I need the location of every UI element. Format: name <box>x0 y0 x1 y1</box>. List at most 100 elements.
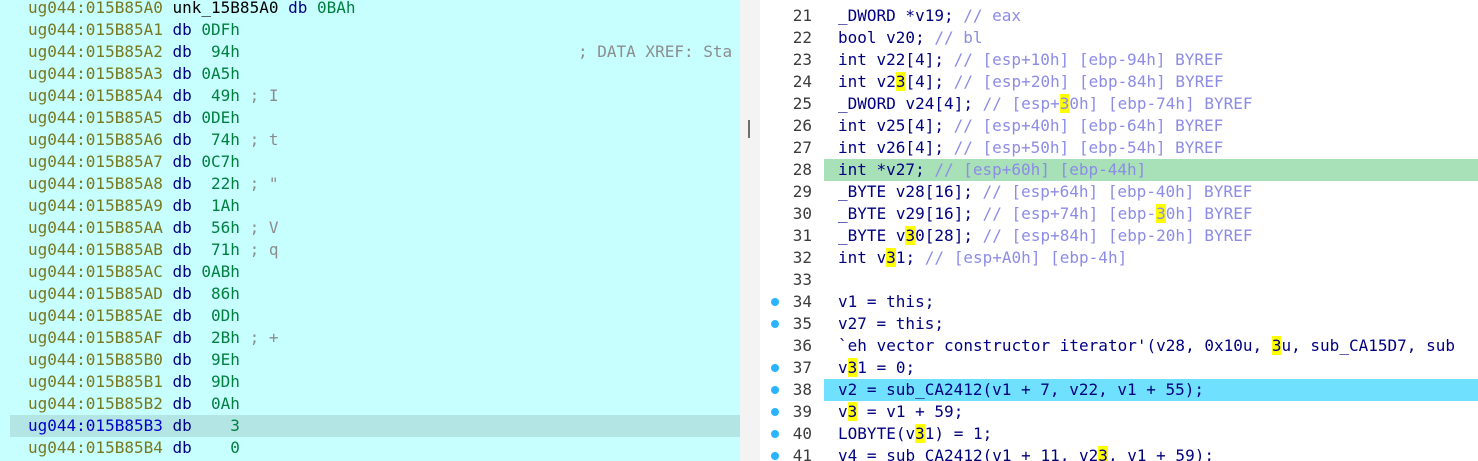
pseudocode-line[interactable]: 32 int v31; // [esp+A0h] [ebp-4h] <box>760 247 1478 269</box>
disassembly-view[interactable]: ug044:015B85A0 unk_15B85A0 db 0BAh ; DAT… <box>0 0 740 461</box>
line-gutter[interactable]: 21 <box>760 5 824 27</box>
disasm-row[interactable]: ug044:015B85AC db 0ABh <box>0 261 740 283</box>
pseudocode-line[interactable]: 26 int v25[4]; // [esp+40h] [ebp-64h] BYR… <box>760 115 1478 137</box>
code-text[interactable]: v31 = 0; <box>838 357 915 379</box>
code-text[interactable]: v1 = this; <box>838 291 934 313</box>
pseudocode-line[interactable]: 34 v1 = this; <box>760 291 1478 313</box>
breakpoint-dot-icon[interactable] <box>771 298 779 306</box>
line-gutter[interactable]: 23 <box>760 49 824 71</box>
line-gutter[interactable]: 32 <box>760 247 824 269</box>
pseudocode-line[interactable]: 22 bool v20; // bl <box>760 27 1478 49</box>
code-text[interactable]: v3 = v1 + 59; <box>838 401 963 423</box>
disasm-row[interactable]: ug044:015B85B4 db 0 <box>0 437 740 459</box>
pseudocode-line[interactable]: 33 <box>760 269 1478 291</box>
line-gutter[interactable]: 33 <box>760 269 824 291</box>
line-gutter[interactable]: 36 <box>760 335 824 357</box>
breakpoint-dot-icon[interactable] <box>771 364 779 372</box>
pseudocode-line[interactable]: 29 _BYTE v28[16]; // [esp+64h] [ebp-40h] … <box>760 181 1478 203</box>
code-text[interactable]: _DWORD v24[4]; // [esp+30h] [ebp-74h] BY… <box>838 93 1253 115</box>
disasm-row[interactable]: ug044:015B85AE db 0Dh <box>0 305 740 327</box>
code-text[interactable]: LOBYTE(v31) = 1; <box>838 423 992 445</box>
disasm-row[interactable]: ug044:015B85A4 db 49h ; I <box>0 85 740 107</box>
value: 49h <box>201 86 240 105</box>
line-gutter[interactable]: 30 <box>760 203 824 225</box>
code-text[interactable]: _BYTE v28[16]; // [esp+64h] [ebp-40h] BY… <box>838 181 1252 203</box>
disasm-header-row[interactable]: ug044:015B85A0 unk_15B85A0 db 0BAh ; DAT… <box>0 0 740 61</box>
code-text[interactable]: bool v20; // bl <box>838 27 983 49</box>
code-text[interactable]: int v26[4]; // [esp+50h] [ebp-54h] BYREF <box>838 137 1223 159</box>
disasm-row[interactable]: ug044:015B85A3 db 0A5h <box>0 63 740 85</box>
data-label[interactable]: unk_15B85A0 <box>173 0 279 17</box>
pseudocode-line[interactable]: 39 v3 = v1 + 59; <box>760 401 1478 423</box>
disasm-row[interactable]: ug044:015B85A9 db 1Ah <box>0 195 740 217</box>
disasm-row[interactable]: ug044:015B85B3 db 3 <box>10 415 740 437</box>
line-gutter[interactable]: 39 <box>760 401 824 423</box>
code-text[interactable]: int v23[4]; // [esp+20h] [ebp-84h] BYREF <box>838 71 1224 93</box>
address: ug044:015B85B2 <box>28 394 163 413</box>
line-gutter[interactable]: 40 <box>760 423 824 445</box>
address: ug044:015B85B1 <box>28 372 163 391</box>
disasm-row[interactable]: ug044:015B85B0 db 9Eh <box>0 349 740 371</box>
disasm-row[interactable]: ug044:015B85AB db 71h ; q <box>0 239 740 261</box>
pseudocode-line[interactable]: 27 int v26[4]; // [esp+50h] [ebp-54h] BYR… <box>760 137 1478 159</box>
pseudocode-line[interactable]: 21 _DWORD *v19; // eax <box>760 5 1478 27</box>
pseudocode-line[interactable]: 38 v2 = sub_CA2412(v1 + 7, v22, v1 + 55); <box>760 379 1478 401</box>
disasm-row[interactable]: ug044:015B85AA db 56h ; V <box>0 217 740 239</box>
code-text[interactable]: int v31; // [esp+A0h] [ebp-4h] <box>838 247 1127 269</box>
value: 1Ah <box>201 196 240 215</box>
line-gutter[interactable]: 29 <box>760 181 824 203</box>
pseudocode-line[interactable]: 35 v27 = this; <box>760 313 1478 335</box>
disasm-row[interactable]: ug044:015B85A2 db 94h <box>0 41 740 63</box>
disasm-row[interactable]: ug044:015B85AD db 86h <box>0 283 740 305</box>
line-gutter[interactable]: 41 <box>760 445 824 461</box>
line-gutter[interactable]: 38 <box>760 379 824 401</box>
disasm-row[interactable]: ug044:015B85B1 db 9Dh <box>0 371 740 393</box>
breakpoint-dot-icon[interactable] <box>771 386 779 394</box>
pseudocode-line[interactable]: 23 int v22[4]; // [esp+10h] [ebp-94h] BYR… <box>760 49 1478 71</box>
pseudocode-view[interactable]: 21 _DWORD *v19; // eax 22 bool v20; // bl 23… <box>760 0 1478 461</box>
breakpoint-dot-icon[interactable] <box>771 408 779 416</box>
code-text[interactable]: v27 = this; <box>838 313 944 335</box>
line-gutter[interactable]: 28 <box>760 159 824 181</box>
code-text[interactable]: int v25[4]; // [esp+40h] [ebp-64h] BYREF <box>838 115 1223 137</box>
disasm-row[interactable]: ug044:015B85A5 db 0DEh <box>0 107 740 129</box>
pseudocode-line[interactable]: 41 v4 = sub_CA2412(v1 + 11, v23, v1 + 59)… <box>760 445 1478 461</box>
line-gutter[interactable]: 26 <box>760 115 824 137</box>
code-text[interactable]: `eh vector constructor iterator'(v28, 0x… <box>838 335 1455 357</box>
line-gutter[interactable]: 31 <box>760 225 824 247</box>
line-gutter[interactable]: 24 <box>760 71 824 93</box>
line-gutter[interactable]: 27 <box>760 137 824 159</box>
breakpoint-dot-icon[interactable] <box>771 452 779 460</box>
code-text[interactable]: _BYTE v29[16]; // [esp+74h] [ebp-30h] BY… <box>838 203 1253 225</box>
pseudocode-line[interactable]: 37 v31 = 0; <box>760 357 1478 379</box>
disasm-row[interactable]: ug044:015B85A7 db 0C7h <box>0 151 740 173</box>
pseudocode-line[interactable]: 31 _BYTE v30[28]; // [esp+84h] [ebp-20h] … <box>760 225 1478 247</box>
line-gutter[interactable]: 34 <box>760 291 824 313</box>
line-gutter[interactable]: 35 <box>760 313 824 335</box>
pseudocode-line[interactable]: 30 _BYTE v29[16]; // [esp+74h] [ebp-30h] … <box>760 203 1478 225</box>
breakpoint-dot-icon[interactable] <box>771 430 779 438</box>
disasm-row[interactable]: ug044:015B85A1 db 0DFh <box>0 19 740 41</box>
code-text[interactable]: int v22[4]; // [esp+10h] [ebp-94h] BYREF <box>838 49 1223 71</box>
pseudocode-line[interactable]: 36 `eh vector constructor iterator'(v28, … <box>760 335 1478 357</box>
disasm-row[interactable]: ug044:015B85A6 db 74h ; t <box>0 129 740 151</box>
disasm-row[interactable]: ug044:015B85AF db 2Bh ; + <box>0 327 740 349</box>
disasm-row[interactable]: ug044:015B85B2 db 0Ah <box>0 393 740 415</box>
code-text[interactable]: _DWORD *v19; // eax <box>838 5 1021 27</box>
pseudocode-line[interactable]: 40 LOBYTE(v31) = 1; <box>760 423 1478 445</box>
line-gutter[interactable]: 22 <box>760 27 824 49</box>
pseudocode-line[interactable]: 28 int *v27; // [esp+60h] [ebp-44h] <box>760 159 1478 181</box>
code-text[interactable]: v4 = sub_CA2412(v1 + 11, v23, v1 + 59); <box>838 445 1214 461</box>
pane-splitter[interactable] <box>740 0 760 461</box>
pseudocode-line[interactable]: 24 int v23[4]; // [esp+20h] [ebp-84h] BYR… <box>760 71 1478 93</box>
code-text[interactable]: _BYTE v30[28]; // [esp+84h] [ebp-20h] BY… <box>838 225 1253 247</box>
disasm-row[interactable]: ug044:015B85A8 db 22h ; " <box>0 173 740 195</box>
line-gutter[interactable]: 25 <box>760 93 824 115</box>
pseudocode-line[interactable]: 25 _DWORD v24[4]; // [esp+30h] [ebp-74h] … <box>760 93 1478 115</box>
line-gutter[interactable]: 37 <box>760 357 824 379</box>
breakpoint-dot-icon[interactable] <box>771 320 779 328</box>
code-text[interactable]: int *v27; // [esp+60h] [ebp-44h] <box>838 159 1146 181</box>
code-comment: // [esp+40h] [ebp-64h] BYREF <box>953 116 1224 135</box>
splitter-grip[interactable] <box>748 120 750 138</box>
code-text[interactable]: v2 = sub_CA2412(v1 + 7, v22, v1 + 55); <box>838 379 1204 401</box>
